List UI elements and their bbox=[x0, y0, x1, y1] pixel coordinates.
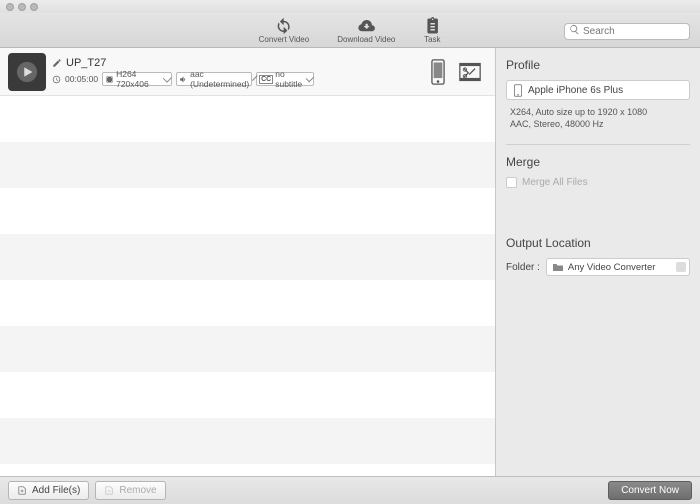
play-icon bbox=[16, 61, 38, 83]
video-thumbnail[interactable] bbox=[8, 53, 46, 91]
empty-row bbox=[0, 234, 495, 280]
empty-row bbox=[0, 142, 495, 188]
empty-row bbox=[0, 96, 495, 142]
profile-description: X264, Auto size up to 1920 x 1080 AAC, S… bbox=[506, 106, 690, 130]
profile-title: Profile bbox=[506, 58, 690, 72]
folder-select[interactable]: Any Video Converter bbox=[546, 258, 690, 276]
film-icon bbox=[105, 75, 114, 84]
add-file-icon bbox=[17, 485, 28, 496]
merge-label: Merge All Files bbox=[522, 177, 588, 188]
file-name: UP_T27 bbox=[66, 57, 106, 69]
device-icon bbox=[513, 84, 523, 97]
window-titlebar bbox=[0, 0, 700, 13]
task-button[interactable]: Task bbox=[423, 17, 441, 44]
empty-row bbox=[0, 326, 495, 372]
download-video-button[interactable]: Download Video bbox=[337, 17, 395, 44]
convert-video-label: Convert Video bbox=[259, 35, 310, 44]
search-input[interactable] bbox=[564, 23, 690, 40]
remove-button[interactable]: Remove bbox=[95, 481, 165, 500]
refresh-icon bbox=[275, 17, 293, 35]
empty-row bbox=[0, 372, 495, 418]
file-row[interactable]: UP_T27 00:05:00 H264 720x406 aac (Undete… bbox=[0, 48, 495, 96]
merge-title: Merge bbox=[506, 155, 690, 169]
clock-icon bbox=[52, 75, 61, 84]
speaker-icon bbox=[179, 75, 188, 84]
empty-row bbox=[0, 418, 495, 464]
side-panel: Profile Apple iPhone 6s Plus X264, Auto … bbox=[496, 48, 700, 476]
output-title: Output Location bbox=[506, 236, 690, 250]
bottom-bar: Add File(s) Remove Convert Now bbox=[0, 476, 700, 504]
file-list: UP_T27 00:05:00 H264 720x406 aac (Undete… bbox=[0, 48, 496, 476]
duration: 00:05:00 bbox=[65, 74, 98, 84]
remove-file-icon bbox=[104, 485, 115, 496]
convert-now-button[interactable]: Convert Now bbox=[608, 481, 692, 500]
profile-select[interactable]: Apple iPhone 6s Plus bbox=[506, 80, 690, 100]
traffic-light-minimize[interactable] bbox=[18, 3, 26, 11]
format-select[interactable]: H264 720x406 bbox=[102, 72, 172, 86]
subtitle-select[interactable]: CC no subtitle bbox=[256, 72, 314, 86]
divider bbox=[506, 144, 690, 145]
add-files-button[interactable]: Add File(s) bbox=[8, 481, 89, 500]
traffic-light-zoom[interactable] bbox=[30, 3, 38, 11]
merge-checkbox[interactable] bbox=[506, 177, 517, 188]
clipboard-icon bbox=[423, 17, 441, 35]
toolbar: Convert Video Download Video Task bbox=[0, 13, 700, 48]
phone-icon[interactable] bbox=[427, 59, 449, 85]
cloud-download-icon bbox=[357, 17, 375, 35]
download-video-label: Download Video bbox=[337, 35, 395, 44]
folder-icon bbox=[552, 262, 564, 272]
empty-row bbox=[0, 280, 495, 326]
convert-video-button[interactable]: Convert Video bbox=[259, 17, 310, 44]
task-label: Task bbox=[424, 35, 440, 44]
search-icon bbox=[569, 24, 580, 35]
empty-row bbox=[0, 188, 495, 234]
pencil-icon[interactable] bbox=[52, 58, 62, 68]
traffic-light-close[interactable] bbox=[6, 3, 14, 11]
folder-label: Folder : bbox=[506, 262, 540, 273]
cut-icon[interactable] bbox=[459, 59, 481, 85]
audio-select[interactable]: aac (Undetermined) bbox=[176, 72, 252, 86]
